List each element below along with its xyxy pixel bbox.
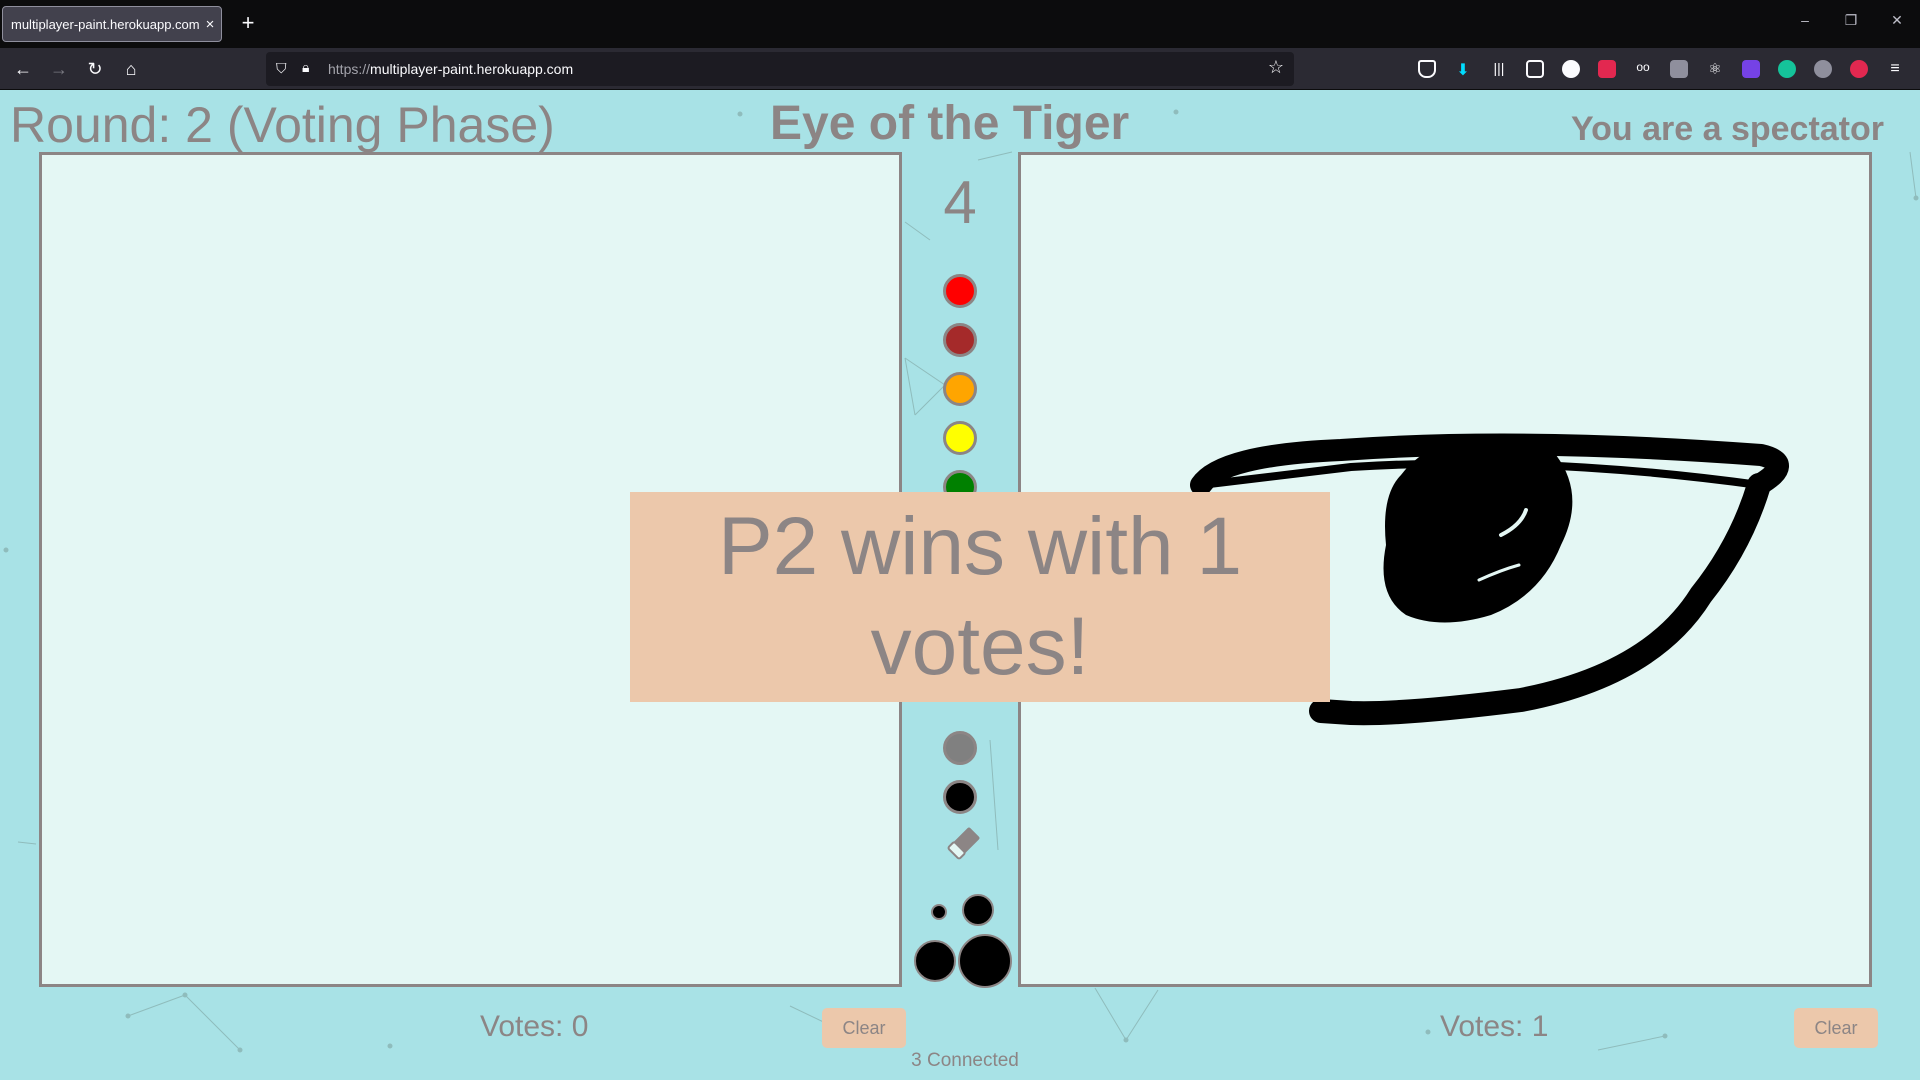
restore-icon[interactable]: ❐ xyxy=(1836,12,1866,29)
lock-icon[interactable]: 🔒︎ xyxy=(302,59,309,76)
extension-red-icon[interactable] xyxy=(1850,60,1868,78)
library-icon[interactable]: ||| xyxy=(1490,60,1508,78)
winner-banner: P2 wins with 1 votes! xyxy=(630,492,1330,702)
bookmark-star-icon[interactable]: ☆ xyxy=(1268,57,1284,78)
player2-votes: Votes: 1 xyxy=(1440,1010,1549,1043)
extension-k-icon[interactable] xyxy=(1670,60,1688,78)
browser-tab-bar: multiplayer-paint.herokuapp.com/ × + – ❐… xyxy=(0,0,1920,48)
grammarly-icon[interactable] xyxy=(1778,60,1796,78)
drawing-prompt: Eye of the Tiger xyxy=(770,97,1130,150)
brush-size-large[interactable] xyxy=(914,940,956,982)
tracking-shield-icon[interactable]: ⛉ xyxy=(276,60,292,78)
player1-clear-button[interactable]: Clear xyxy=(822,1008,906,1048)
extension-atom-icon[interactable]: ⚛ xyxy=(1706,60,1724,78)
url-bar[interactable]: ⛉ 🔒︎ https://multiplayer-paint.herokuapp… xyxy=(266,52,1294,86)
player2-clear-button[interactable]: Clear xyxy=(1794,1008,1878,1048)
pocket-icon[interactable] xyxy=(1418,60,1436,78)
round-status: Round: 2 (Voting Phase) xyxy=(10,97,555,153)
browser-tab[interactable]: multiplayer-paint.herokuapp.com/ × xyxy=(2,6,222,42)
extension-j-icon[interactable] xyxy=(1562,60,1580,78)
extension-glasses-icon[interactable]: oo xyxy=(1634,60,1652,78)
tab-title: multiplayer-paint.herokuapp.com/ xyxy=(11,16,199,32)
color-swatch-orange[interactable] xyxy=(943,372,977,406)
player1-votes: Votes: 0 xyxy=(480,1010,589,1043)
minimize-icon[interactable]: – xyxy=(1790,12,1820,28)
color-swatch-gray[interactable] xyxy=(943,731,977,765)
reload-icon[interactable]: ↻ xyxy=(82,56,108,82)
browser-nav-bar: ← → ↻ ⌂ ⛉ 🔒︎ https://multiplayer-paint.h… xyxy=(0,48,1920,90)
close-window-icon[interactable]: ✕ xyxy=(1882,12,1912,29)
player-role: You are a spectator xyxy=(1570,110,1884,148)
downloads-icon[interactable]: ⬇ xyxy=(1454,60,1472,79)
color-swatch-brown[interactable] xyxy=(943,323,977,357)
sidebar-icon[interactable] xyxy=(1526,60,1544,78)
url-text: https://multiplayer-paint.herokuapp.com xyxy=(328,61,574,77)
color-swatch-yellow[interactable] xyxy=(943,421,977,455)
extension-globe-icon[interactable] xyxy=(1814,60,1832,78)
brush-size-medium[interactable] xyxy=(962,894,994,926)
brush-size-small[interactable] xyxy=(931,904,947,920)
menu-icon[interactable]: ≡ xyxy=(1886,60,1904,78)
forward-icon[interactable]: → xyxy=(46,56,72,82)
connected-count: 3 Connected xyxy=(911,1050,1019,1071)
back-icon[interactable]: ← xyxy=(10,56,36,82)
eraser-icon[interactable] xyxy=(945,823,983,863)
extension-lock-icon[interactable] xyxy=(1598,60,1616,78)
home-icon[interactable]: ⌂ xyxy=(118,56,144,82)
extension-purple-icon[interactable] xyxy=(1742,60,1760,78)
tab-close-icon[interactable]: × xyxy=(199,16,221,33)
countdown-timer: 4 xyxy=(943,169,977,236)
color-swatch-black[interactable] xyxy=(943,780,977,814)
new-tab-button[interactable]: + xyxy=(234,10,262,38)
game-page: Round: 2 (Voting Phase) Eye of the Tiger… xyxy=(0,90,1920,1080)
brush-size-xlarge[interactable] xyxy=(958,934,1012,988)
color-swatch-red[interactable] xyxy=(943,274,977,308)
